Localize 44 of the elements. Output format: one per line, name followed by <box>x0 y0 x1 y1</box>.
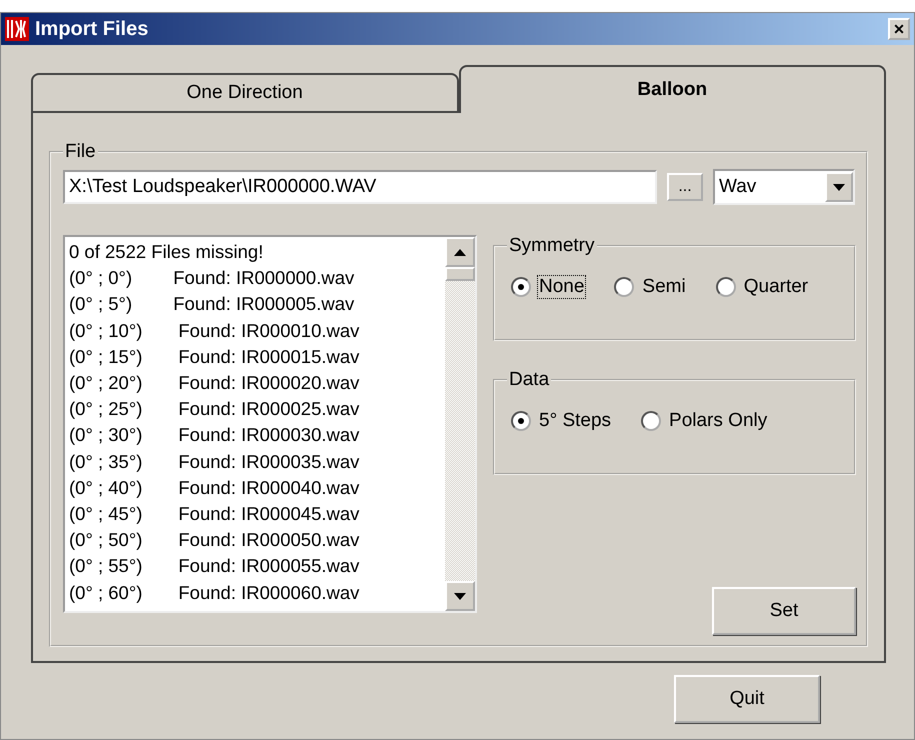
dropdown-button[interactable] <box>825 172 853 202</box>
close-button[interactable]: × <box>888 18 910 40</box>
app-logo-icon <box>5 17 29 41</box>
window-title: Import Files <box>35 18 150 40</box>
down-arrow-icon <box>454 592 466 600</box>
down-arrow-icon <box>833 184 845 190</box>
group-label: Symmetry <box>508 235 596 257</box>
list-item[interactable]: (0° ; 30°) Found: IR000030.wav <box>69 422 441 449</box>
list-item[interactable]: (0° ; 0°) Found: IR000000.wav <box>69 265 441 292</box>
scroll-thumb[interactable] <box>445 267 475 281</box>
scrollbar[interactable] <box>445 237 475 611</box>
tab[interactable]: Balloon <box>458 65 886 113</box>
list-item[interactable]: 0 of 2522 Files missing! <box>69 239 441 266</box>
radio-option[interactable]: Polars Only <box>641 409 770 433</box>
list-item[interactable]: (0° ; 60°) Found: IR000060.wav <box>69 580 441 606</box>
list-item[interactable]: (0° ; 50°) Found: IR000050.wav <box>69 527 441 554</box>
group-label: File <box>64 141 97 163</box>
list-item[interactable]: (0° ; 20°) Found: IR000020.wav <box>69 370 441 396</box>
radio-option[interactable]: Semi <box>614 275 688 299</box>
scroll-down-button[interactable] <box>445 581 475 611</box>
group-label: Data <box>508 369 550 391</box>
radio-button[interactable] <box>614 277 634 297</box>
list-item[interactable]: (0° ; 55°) Found: IR000055.wav <box>69 553 441 580</box>
format-dropdown[interactable]: Wav <box>713 169 855 205</box>
up-arrow-icon <box>454 248 466 256</box>
tab[interactable]: One Direction <box>31 73 458 113</box>
browse-button[interactable]: ... <box>667 173 703 201</box>
radio-button[interactable] <box>716 277 736 297</box>
radio-button[interactable] <box>641 411 662 431</box>
list-item[interactable]: (0° ; 40°) Found: IR000040.wav <box>69 474 441 502</box>
list-item[interactable]: (0° ; 35°) Found: IR000035.wav <box>69 448 441 475</box>
radio-option[interactable]: 5° Steps <box>511 409 614 433</box>
list-item[interactable]: (0° ; 15°) Found: IR000015.wav <box>69 344 441 370</box>
radio-option[interactable]: Quarter <box>716 275 810 299</box>
radio-button[interactable] <box>511 277 531 297</box>
set-button[interactable]: Set <box>712 587 856 635</box>
list-item[interactable]: (0° ; 45°) Found: IR000045.wav <box>69 501 441 528</box>
radio-button[interactable] <box>511 411 531 431</box>
quit-button[interactable]: Quit <box>674 675 820 723</box>
scroll-up-button[interactable] <box>445 237 475 267</box>
file-path-field[interactable]: X:\Test Loudspeaker\IR000000.WAV <box>63 170 657 204</box>
list-item[interactable]: (0° ; 25°) Found: IR000025.wav <box>69 396 441 422</box>
list-item[interactable]: (0° ; 5°) Found: IR000005.wav <box>69 291 441 318</box>
list-item[interactable]: (0° ; 10°) Found: IR000010.wav <box>69 318 441 344</box>
